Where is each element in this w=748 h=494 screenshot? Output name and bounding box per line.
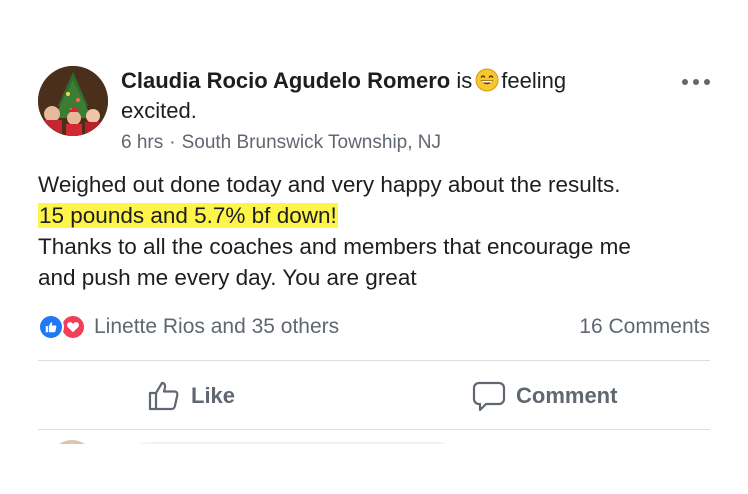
dot (682, 79, 688, 85)
comment-label: Comment (516, 383, 618, 408)
dot (704, 79, 710, 85)
dot (693, 79, 699, 85)
more-options-icon[interactable] (682, 76, 710, 88)
comments-count[interactable]: 16 Comments (579, 312, 710, 342)
post-time[interactable]: 6 hrs (121, 132, 163, 153)
body-line: Thanks to all the coaches and members th… (38, 234, 631, 259)
meta-separator: · (169, 132, 176, 153)
body-line-highlight-wrap: 15 pounds and 5.7% bf down! (38, 200, 728, 231)
like-button[interactable]: Like (147, 376, 235, 416)
grinning-face-icon (475, 68, 499, 92)
avatar-photo (38, 66, 108, 136)
feeling-word: feeling (501, 68, 567, 93)
post-body: Weighed out done today and very happy ab… (38, 169, 728, 293)
divider (38, 360, 710, 361)
like-reaction-icon (38, 314, 64, 340)
header-line: Claudia Rocio Agudelo Romero is feeling (121, 66, 641, 96)
author-name[interactable]: Claudia Rocio Agudelo Romero (121, 68, 450, 93)
comment-button[interactable]: Comment (472, 376, 617, 416)
feeling-value[interactable]: excited. (121, 96, 641, 126)
highlighted-text: 15 pounds and 5.7% bf down! (38, 203, 338, 228)
post-meta: 6 hrs · South Brunswick Township, NJ (121, 130, 641, 156)
post-card: Claudia Rocio Agudelo Romero is feeling … (0, 0, 748, 494)
thumbs-up-icon (148, 381, 179, 411)
comment-bubble-icon (472, 381, 506, 412)
comment-input[interactable] (128, 442, 458, 444)
commenter-avatar (50, 440, 94, 444)
reaction-icons (38, 314, 86, 340)
body-line: and push me every day. You are great (38, 265, 417, 290)
author-avatar[interactable] (38, 66, 108, 136)
reactions-text: Linette Rios and 35 others (94, 315, 340, 338)
divider (38, 429, 710, 430)
post-location[interactable]: South Brunswick Township, NJ (182, 132, 441, 153)
like-label: Like (191, 383, 236, 408)
post-header: Claudia Rocio Agudelo Romero is feeling … (121, 66, 641, 156)
body-line: Weighed out done today and very happy ab… (38, 172, 621, 197)
reactions-summary[interactable]: Linette Rios and 35 others (38, 312, 339, 342)
verb-text: is (456, 68, 473, 93)
